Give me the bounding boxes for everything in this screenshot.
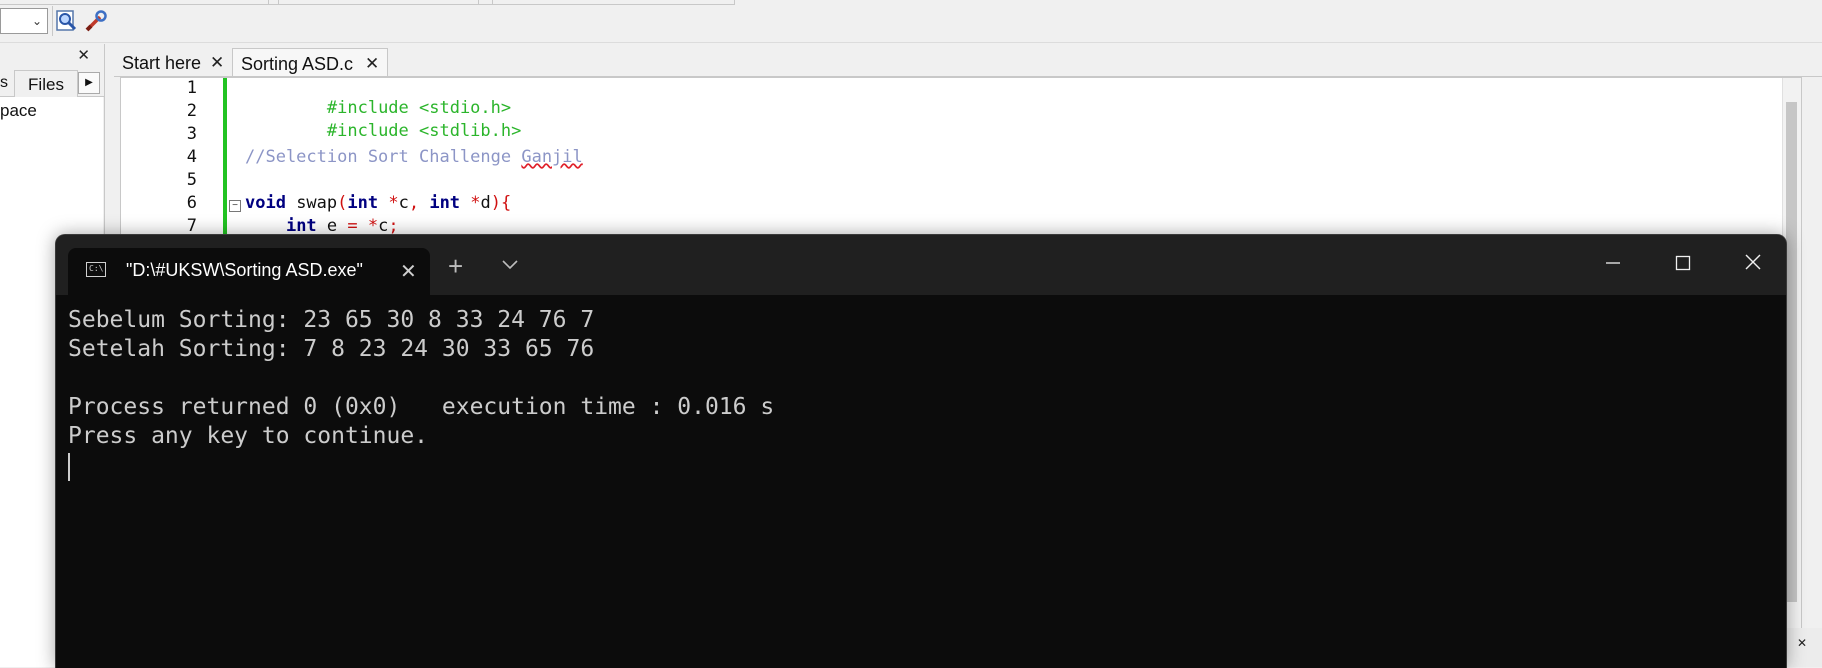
find-button[interactable] — [54, 8, 80, 34]
tab-label: Sorting ASD.c — [241, 54, 354, 74]
toolbar-separator — [52, 6, 53, 36]
terminal-titlebar: C:\ "D:\#UKSW\Sorting ASD.exe" ✕ + — [56, 235, 1786, 295]
maximize-icon — [1675, 255, 1691, 271]
code-identifier: c — [378, 216, 389, 236]
spelling-error-word: Ganjil — [521, 147, 583, 167]
toolbar-divider — [478, 0, 479, 4]
code-line: void swap(int *c, int *d){ — [245, 193, 511, 213]
code-identifier: swap — [285, 193, 338, 213]
code-keyword: void — [245, 193, 286, 213]
magnifier-page-icon — [56, 10, 77, 31]
output-line: Press any key to continue. — [68, 423, 429, 449]
line-number: 4 — [186, 147, 197, 167]
line-number: 6 — [186, 193, 197, 213]
maximize-button[interactable] — [1668, 249, 1698, 279]
code-operator: * — [460, 193, 481, 213]
code-identifier: c — [398, 193, 409, 213]
chevron-down-icon: ⌄ — [31, 14, 43, 28]
output-line: Sebelum Sorting: 23 65 30 8 33 24 76 7 — [68, 307, 595, 333]
tools-button[interactable] — [83, 8, 109, 34]
minimize-button[interactable] — [1598, 249, 1628, 279]
editor-tabs: Start here ✕ Sorting ASD.c ✕ — [114, 44, 1822, 77]
code-operator: ( — [337, 193, 348, 213]
code-operator: , — [408, 193, 430, 213]
tab-projects[interactable]: s — [0, 74, 8, 92]
code-operator: ){ — [490, 193, 512, 213]
management-tabs: s Files ▶ — [0, 70, 104, 97]
line-number: 1 — [186, 78, 197, 98]
toolbar-top-strip — [0, 0, 735, 5]
close-icon[interactable]: ✕ — [400, 259, 417, 284]
tab-label: Start here — [122, 53, 202, 73]
close-icon[interactable]: ✕ — [1797, 636, 1807, 650]
close-icon[interactable]: ✕ — [365, 49, 379, 79]
tab-scroll-right-button[interactable]: ▶ — [78, 72, 100, 94]
code-operator: ; — [388, 216, 399, 236]
terminal-tab-title: "D:\#UKSW\Sorting ASD.exe" — [126, 260, 363, 280]
close-icon[interactable]: ✕ — [77, 46, 90, 64]
code-comment: //Selection Sort Challenge — [245, 147, 522, 167]
code-line: int e = *c; — [245, 216, 399, 236]
line-number: 3 — [186, 124, 197, 144]
scrollbar-thumb[interactable] — [1786, 102, 1797, 602]
text-cursor — [68, 453, 70, 481]
tab-files[interactable]: Files — [14, 70, 78, 97]
code-keyword: int — [429, 193, 461, 213]
preprocessor-directive: #include <stdlib.h> — [326, 121, 522, 141]
tab-start-here[interactable]: Start here ✕ — [114, 48, 228, 76]
toolbar: ⌄ — [0, 0, 1822, 43]
new-tab-plus-icon[interactable]: + — [448, 253, 463, 279]
tab-dropdown-button[interactable] — [500, 257, 520, 276]
toolbar-divider — [278, 0, 279, 4]
toolbar-divider — [734, 0, 735, 4]
minimize-icon — [1606, 262, 1620, 264]
terminal-window: C:\ "D:\#UKSW\Sorting ASD.exe" ✕ + Sebel… — [55, 234, 1787, 668]
bottom-right-panel: ✕ — [1784, 628, 1822, 667]
code-keyword: int — [347, 193, 379, 213]
terminal-tab[interactable]: C:\ "D:\#UKSW\Sorting ASD.exe" ✕ — [68, 248, 430, 295]
output-line: Process returned 0 (0x0) execution time … — [68, 394, 775, 420]
line-number: 2 — [186, 101, 197, 121]
tab-sorting-asd[interactable]: Sorting ASD.c ✕ — [232, 48, 388, 76]
line-number: 7 — [186, 216, 197, 236]
code-identifier: d — [480, 193, 491, 213]
icon-label: C:\ — [89, 264, 104, 273]
toolbar-divider — [268, 0, 269, 4]
toolbar-combo-box[interactable]: ⌄ — [0, 8, 48, 34]
code-operator: * — [378, 193, 399, 213]
command-prompt-icon: C:\ — [86, 262, 106, 277]
output-line: Setelah Sorting: 7 8 23 24 30 33 65 76 — [68, 336, 595, 362]
terminal-output[interactable]: Sebelum Sorting: 23 65 30 8 33 24 76 7 S… — [56, 295, 1786, 668]
chevron-down-icon — [502, 260, 518, 270]
toolbar-divider — [492, 0, 493, 4]
close-window-button[interactable] — [1738, 249, 1768, 279]
workspace-tree-item[interactable]: pace — [0, 101, 37, 121]
close-icon — [1745, 254, 1761, 270]
close-icon[interactable]: ✕ — [210, 48, 224, 78]
code-keyword: int — [285, 216, 317, 236]
line-number: 5 — [186, 170, 197, 190]
fold-toggle-icon[interactable]: − — [229, 200, 241, 212]
wrench-magnifier-icon — [85, 10, 107, 32]
code-operator: = * — [347, 216, 379, 236]
code-identifier: e — [316, 216, 348, 236]
code-line: //Selection Sort Challenge Ganjil — [245, 147, 583, 167]
